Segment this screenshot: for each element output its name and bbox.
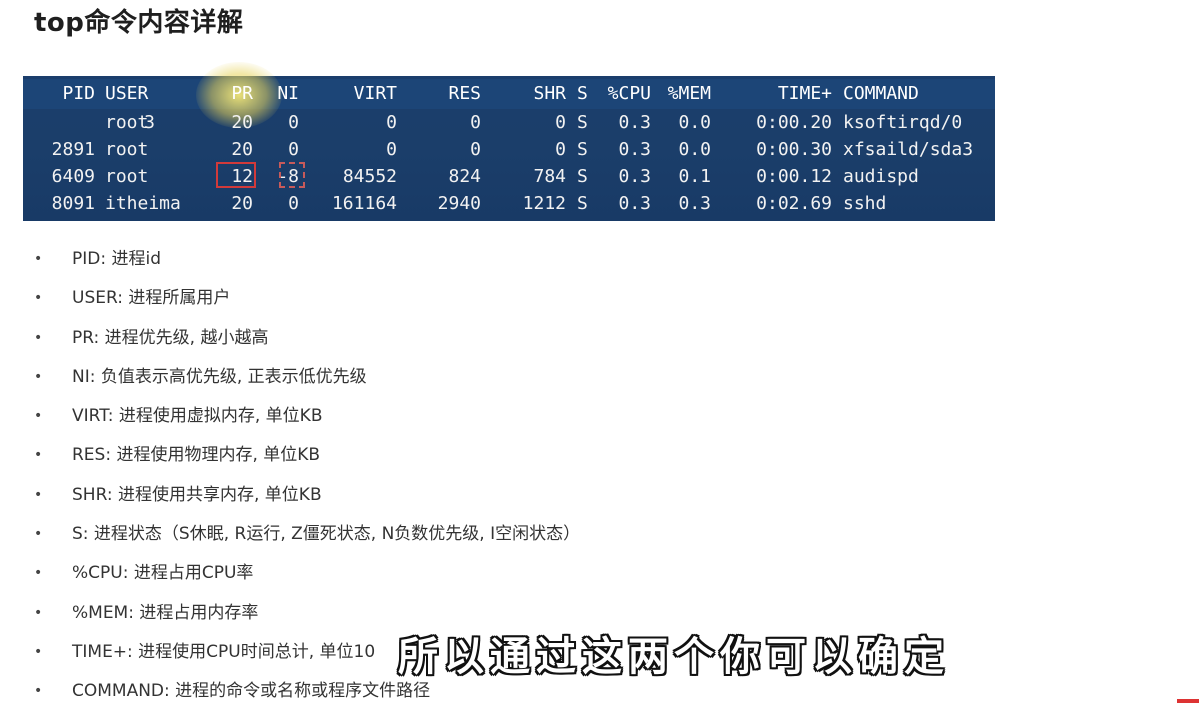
top-output-terminal: PID USER PR NI VIRT RES SHR S %CPU %MEM … xyxy=(23,62,995,221)
bullet-icon: • xyxy=(34,251,43,267)
bullet-icon: • xyxy=(34,526,43,543)
bullet-icon: • xyxy=(34,329,43,346)
bullet-icon: • xyxy=(34,643,43,660)
list-item: • USER: 进程所属用户 xyxy=(30,279,580,318)
process-row: 6409 root 12 -8 84552 824 784 S 0.3 0.1 … xyxy=(51,166,919,187)
process-row: 3 root 20 0 0 0 0 S 0.3 0.0 0:00.20 ksof… xyxy=(105,112,963,133)
pr-value-highlight-box xyxy=(216,162,256,188)
bullet-icon: • xyxy=(34,368,43,385)
col-command: COMMAND xyxy=(843,83,919,104)
bullet-icon: • xyxy=(34,290,43,307)
bullet-icon: • xyxy=(34,408,43,425)
col-s: S xyxy=(577,83,588,104)
list-item: • PR: 进程优先级, 越小越高 xyxy=(30,319,580,358)
col-pid: PID xyxy=(62,83,95,104)
list-item: • VIRT: 进程使用虚拟内存, 单位KB xyxy=(30,397,580,436)
col-cpu: %CPU xyxy=(607,83,651,104)
col-mem: %MEM xyxy=(667,83,711,104)
list-item: • SHR: 进程使用共享内存, 单位KB xyxy=(30,476,580,515)
top-header-row: PID USER PR NI VIRT RES SHR S %CPU %MEM … xyxy=(23,81,995,107)
ni-value-highlight-box xyxy=(279,162,305,188)
video-subtitle: 所以通过这两个你可以确定 xyxy=(398,634,950,680)
corner-mark xyxy=(1177,699,1199,703)
list-item: • RES: 进程使用物理内存, 单位KB xyxy=(30,436,580,475)
bullet-icon: • xyxy=(34,565,43,582)
list-item: • %CPU: 进程占用CPU率 xyxy=(30,554,580,593)
col-virt: VIRT xyxy=(353,83,397,104)
col-shr: SHR xyxy=(533,83,566,104)
col-ni: NI xyxy=(277,83,299,104)
list-item: • S: 进程状态（S休眠, R运行, Z僵死状态, N负数优先级, I空闲状态） xyxy=(30,515,580,554)
bullet-icon: • xyxy=(34,683,43,700)
process-row: 2891 root 20 0 0 0 0 S 0.3 0.0 0:00.30 x… xyxy=(51,139,974,160)
list-item: • NI: 负值表示高优先级, 正表示低优先级 xyxy=(30,358,580,397)
bullet-icon: • xyxy=(34,486,43,503)
bullet-icon: • xyxy=(34,447,43,464)
col-user: USER xyxy=(105,83,149,104)
col-pr: PR xyxy=(231,83,253,104)
col-res: RES xyxy=(448,83,481,104)
col-time: TIME+ xyxy=(777,83,832,104)
bullet-icon: • xyxy=(34,604,43,621)
process-row: 8091 itheima 20 0 161164 2940 1212 S 0.3… xyxy=(51,193,887,214)
list-item: • PID: 进程id xyxy=(30,240,580,279)
page-title: top命令内容详解 xyxy=(34,8,244,38)
